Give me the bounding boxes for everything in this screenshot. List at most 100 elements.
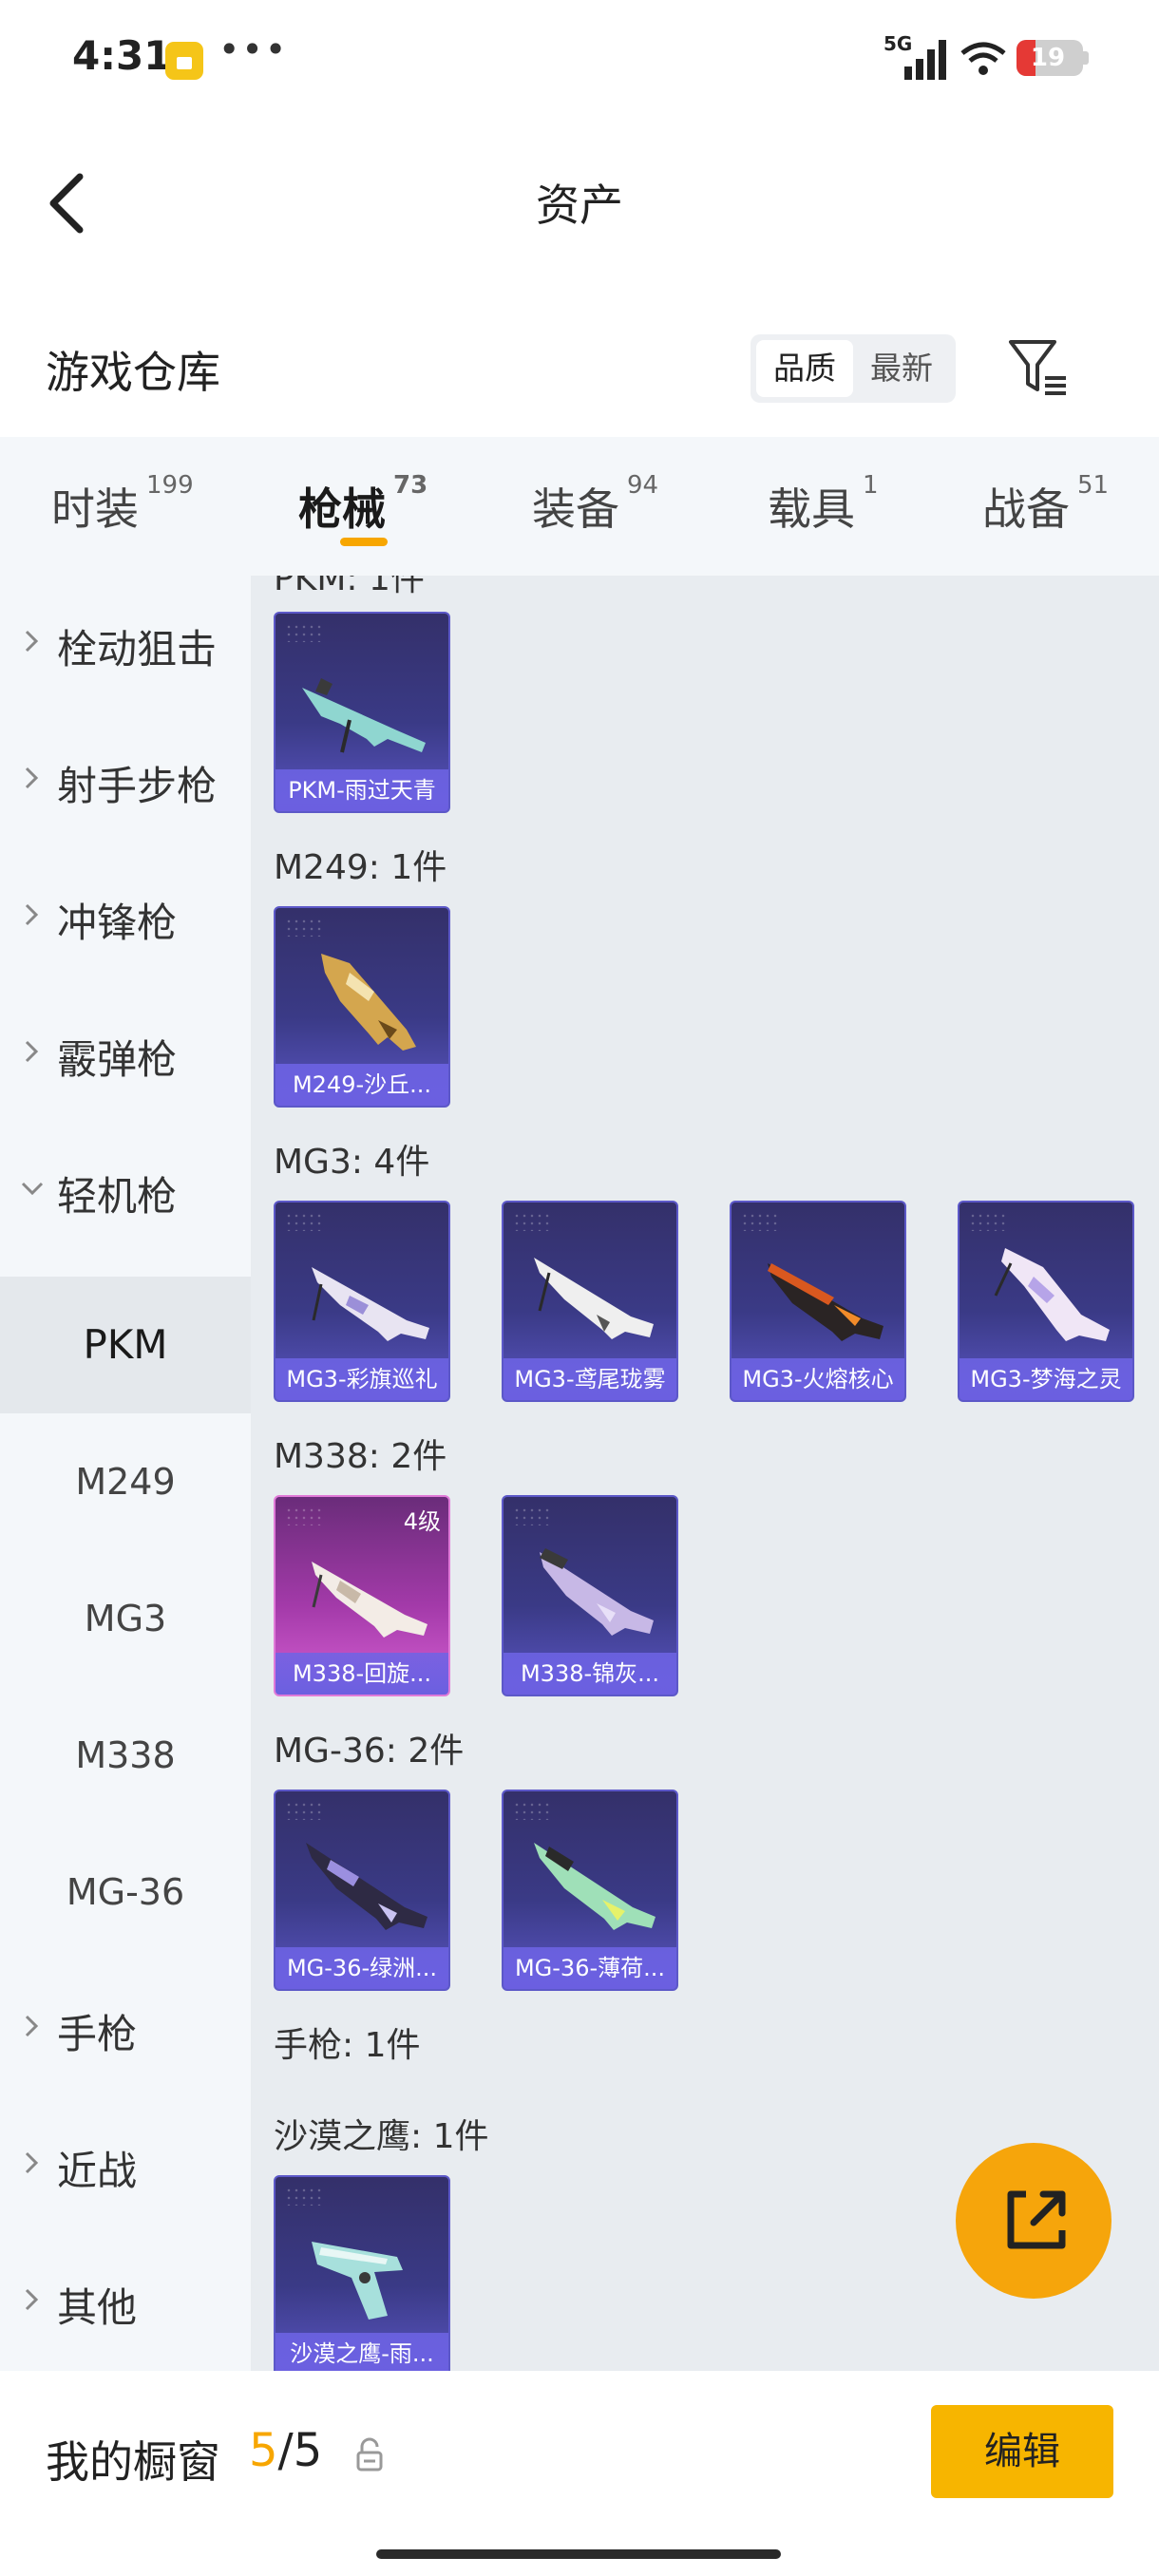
sidebar-subitem-m338[interactable]: M338 — [0, 1687, 251, 1824]
lmg-pastel-icon — [994, 1248, 1110, 1341]
weapon-card[interactable]: 4级 M338-回旋... — [274, 1495, 450, 1696]
chevron-down-icon — [21, 1182, 44, 1196]
weapon-category-sidebar: 栓动狙击 射手步枪 冲锋枪 霰弹枪 轻机枪 PKM M249 MG3 M338 … — [0, 576, 251, 2371]
lmg-lilac-icon — [540, 1548, 654, 1636]
tab-combat-supplies[interactable]: 战备 51 — [982, 471, 1109, 538]
lmg-white-icon — [312, 1562, 428, 1638]
weapon-card[interactable]: M249-沙丘... — [274, 906, 450, 1108]
tab-count: 73 — [393, 471, 428, 500]
tab-vehicles[interactable]: 载具 1 — [768, 471, 879, 538]
sidebar-item-pistol[interactable]: 手枪 — [0, 1960, 251, 2097]
home-indicator[interactable] — [376, 2549, 781, 2559]
weapon-name: M338-锦灰... — [504, 1653, 676, 1695]
chevron-right-icon — [25, 767, 39, 789]
sidebar-item-bolt-action[interactable]: 栓动狙击 — [0, 576, 251, 712]
showcase-label: 我的橱窗 — [46, 2436, 220, 2488]
battery-level: 19 — [1030, 44, 1066, 72]
active-tab-indicator — [340, 538, 388, 546]
tab-count: 51 — [1077, 471, 1110, 500]
lmg-teal-icon — [302, 678, 426, 753]
sidebar-item-label: 轻机枪 — [57, 1173, 178, 1220]
tab-label: 时装 — [51, 483, 139, 535]
sort-quality-button[interactable]: 品质 — [756, 340, 853, 397]
weapon-name: PKM-雨过天青 — [276, 769, 448, 811]
lock-icon[interactable] — [355, 2437, 384, 2472]
sort-newest-button[interactable]: 最新 — [853, 340, 950, 397]
weapon-card[interactable]: PKM-雨过天青 — [274, 612, 450, 813]
filter-icon[interactable] — [1007, 336, 1070, 399]
sidebar-item-label: 栓动狙击 — [57, 626, 218, 672]
weapon-card[interactable]: MG3-彩旗巡礼 — [274, 1201, 450, 1402]
weapon-card[interactable]: 沙漠之鹰-雨... — [274, 2175, 450, 2371]
pistol-teal-icon — [312, 2242, 403, 2320]
sidebar-item-melee[interactable]: 近战 — [0, 2097, 251, 2234]
showcase-current: 5 — [249, 2424, 278, 2477]
tab-firearms[interactable]: 枪械 73 — [298, 471, 428, 538]
weapon-name: MG3-火熔核心 — [732, 1358, 904, 1400]
edit-button[interactable]: 编辑 — [931, 2405, 1113, 2498]
weapon-grid: PKM: 1件 PKM-雨过天青 M249: 1件 M249-沙丘... MG3… — [251, 576, 1159, 2371]
weapon-card[interactable]: MG3-火熔核心 — [730, 1201, 906, 1402]
sidebar-item-label: 冲锋枪 — [57, 900, 178, 946]
chevron-right-icon — [25, 2151, 39, 2174]
weapon-name: M338-回旋... — [276, 1653, 448, 1695]
lmg-white-icon — [534, 1258, 654, 1339]
weapon-name: MG-36-薄荷... — [504, 1947, 676, 1989]
rifle-dark-icon — [306, 1843, 428, 1930]
sidebar-item-label: 射手步枪 — [57, 763, 218, 809]
tab-label: 战备 — [982, 483, 1070, 535]
showcase-bar: 我的橱窗 5/5 编辑 — [0, 2371, 1159, 2576]
sidebar-item-label: 手枪 — [57, 2011, 138, 2057]
sidebar-item-shotgun[interactable]: 霰弹枪 — [0, 986, 251, 1123]
chevron-right-icon — [25, 1040, 39, 1063]
weapon-card[interactable]: MG-36-薄荷... — [502, 1790, 678, 1991]
sidebar-item-smg[interactable]: 冲锋枪 — [0, 849, 251, 986]
chevron-right-icon — [25, 630, 39, 653]
tab-label: 枪械 — [298, 483, 386, 535]
sidebar-item-label: 近战 — [57, 2148, 138, 2194]
group-title: MG3: 4件 — [274, 1143, 430, 1182]
sidebar-item-other[interactable]: 其他 — [0, 2234, 251, 2371]
sidebar-subitem-m249[interactable]: M249 — [0, 1413, 251, 1550]
sort-toggle: 品质 最新 — [750, 334, 956, 403]
tab-count: 94 — [627, 471, 659, 500]
group-title: M249: 1件 — [274, 848, 447, 887]
sidebar-subitem-pkm[interactable]: PKM — [0, 1277, 251, 1413]
chevron-right-icon — [25, 2288, 39, 2311]
sidebar-item-label: 霰弹枪 — [57, 1036, 178, 1083]
sidebar-subitem-mg3[interactable]: MG3 — [0, 1550, 251, 1687]
sidebar-subitem-mg36[interactable]: MG-36 — [0, 1824, 251, 1960]
status-bar: 4:31 ••• 5G 19 — [0, 0, 1159, 114]
weapon-card[interactable]: MG3-梦海之灵 — [958, 1201, 1134, 1402]
lmg-white-icon — [312, 1267, 429, 1341]
lmg-dark-icon — [768, 1263, 884, 1341]
lmg-gold-icon — [321, 954, 416, 1051]
group-title: M338: 2件 — [274, 1437, 447, 1476]
more-notifications-icon: ••• — [218, 28, 289, 70]
tab-count: 1 — [863, 471, 879, 500]
warehouse-title: 游戏仓库 — [46, 347, 220, 398]
group-title: 手枪: 1件 — [274, 2026, 421, 2065]
share-fab-button[interactable] — [956, 2143, 1112, 2299]
weapon-name: MG3-梦海之灵 — [960, 1358, 1132, 1400]
chevron-right-icon — [25, 2015, 39, 2037]
wifi-icon — [960, 42, 1006, 75]
battery-icon: 19 — [1016, 40, 1083, 76]
status-time: 4:31 — [72, 32, 172, 79]
tab-equipment[interactable]: 装备 94 — [532, 471, 658, 538]
signal-icon — [904, 40, 946, 80]
page-title: 资产 — [536, 180, 623, 231]
tab-label: 装备 — [532, 483, 619, 535]
weapon-name: MG3-鸢尾珑雾 — [504, 1358, 676, 1400]
external-link-icon — [1007, 2190, 1066, 2249]
weapon-card[interactable]: MG3-鸢尾珑雾 — [502, 1201, 678, 1402]
tab-fashion[interactable]: 时装 199 — [51, 471, 194, 538]
showcase-count: 5/5 — [249, 2424, 323, 2477]
weapon-card[interactable]: M338-锦灰... — [502, 1495, 678, 1696]
weapon-name: MG3-彩旗巡礼 — [276, 1358, 448, 1400]
sidebar-item-lmg[interactable]: 轻机枪 — [0, 1123, 251, 1260]
rifle-mint-icon — [534, 1843, 656, 1930]
group-title: MG-36: 2件 — [274, 1732, 465, 1771]
weapon-card[interactable]: MG-36-绿洲... — [274, 1790, 450, 1991]
sidebar-item-marksman-rifle[interactable]: 射手步枪 — [0, 712, 251, 849]
